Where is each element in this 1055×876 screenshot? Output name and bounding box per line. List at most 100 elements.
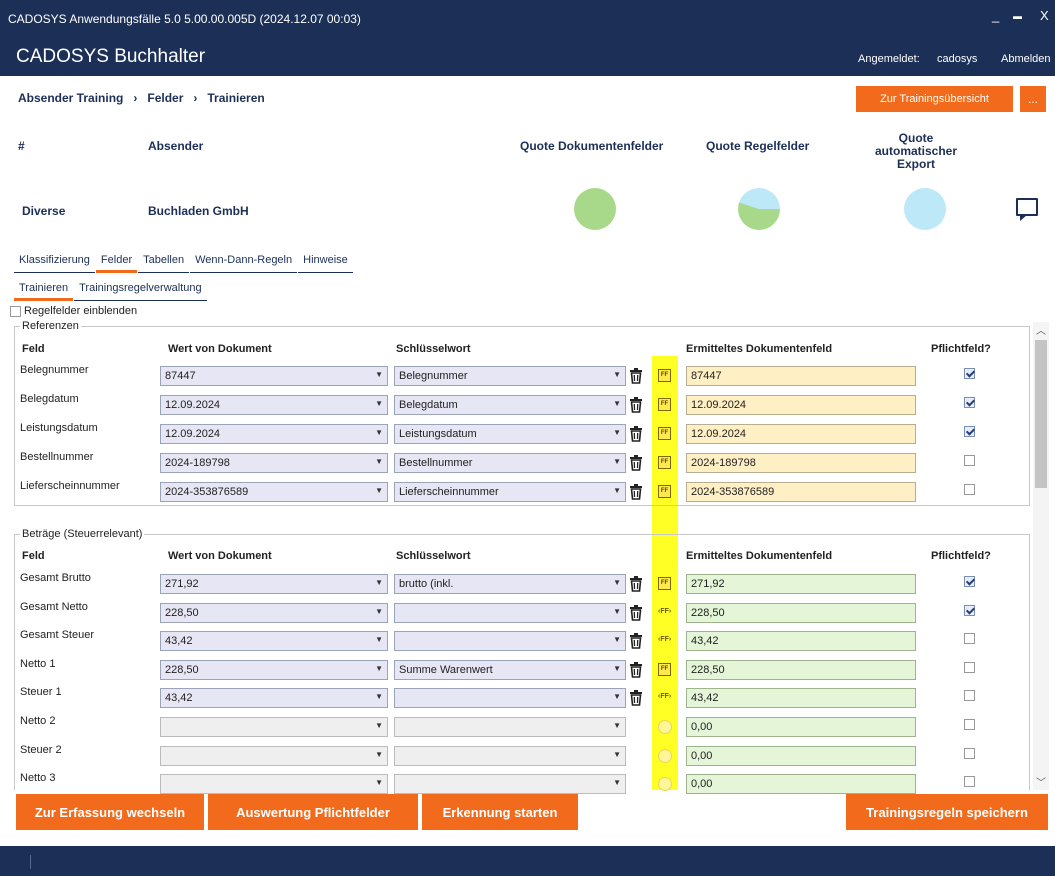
- tab-wenn-dann-regeln[interactable]: Wenn-Dann-Regeln: [190, 254, 298, 273]
- maximize-icon[interactable]: ▬: [1013, 11, 1022, 21]
- doc-value-combo[interactable]: 43,42 ▼: [160, 688, 388, 709]
- keyword-combo[interactable]: ▼: [394, 602, 626, 623]
- field-finder-icon[interactable]: FF: [658, 427, 671, 440]
- chevron-down-icon[interactable]: ▼: [613, 486, 621, 495]
- field-finder-icon[interactable]: FF: [658, 398, 671, 411]
- minimize-icon[interactable]: _: [992, 8, 999, 23]
- tab-tabellen[interactable]: Tabellen: [138, 254, 190, 273]
- show-rule-fields-checkbox[interactable]: [10, 306, 21, 317]
- keyword-combo[interactable]: ▼: [394, 631, 626, 652]
- keyword-combo[interactable]: Bestellnummer ▼: [394, 453, 626, 473]
- doc-value-combo[interactable]: 271,92 ▼: [160, 574, 388, 594]
- mandatory-checkbox[interactable]: [964, 484, 975, 495]
- result-field[interactable]: 12.09.2024: [686, 424, 916, 444]
- delete-icon[interactable]: [628, 661, 644, 678]
- save-training-rules-button[interactable]: Trainingsregeln speichern: [846, 794, 1048, 830]
- delete-icon[interactable]: [628, 397, 644, 413]
- result-field[interactable]: 87447: [686, 366, 916, 386]
- mandatory-checkbox[interactable]: [964, 747, 975, 759]
- field-finder-icon[interactable]: FF: [658, 577, 671, 590]
- tab-hinweise[interactable]: Hinweise: [298, 254, 353, 273]
- evaluate-mandatory-button[interactable]: Auswertung Pflichtfelder: [208, 794, 418, 830]
- lightbulb-icon[interactable]: [658, 748, 672, 763]
- doc-value-combo[interactable]: 2024-353876589 ▼: [160, 482, 388, 502]
- tab-felder[interactable]: Felder: [95, 254, 138, 273]
- breadcrumb-item[interactable]: Felder: [147, 91, 183, 105]
- chevron-down-icon[interactable]: ▼: [375, 664, 383, 673]
- result-field[interactable]: 43,42: [686, 631, 916, 652]
- chevron-down-icon[interactable]: ▼: [613, 578, 621, 587]
- field-finder-rule-icon[interactable]: ‹FF›: [658, 691, 671, 704]
- chevron-down-icon[interactable]: ▼: [613, 692, 621, 701]
- chevron-down-icon[interactable]: ▼: [375, 778, 383, 787]
- delete-icon[interactable]: [628, 426, 644, 442]
- result-field[interactable]: 0,00: [686, 745, 916, 766]
- chevron-down-icon[interactable]: ▼: [613, 778, 621, 787]
- scrollbar[interactable]: ︿ ﹀: [1033, 322, 1049, 790]
- keyword-combo[interactable]: Summe Warenwert ▼: [394, 659, 626, 680]
- doc-value-combo[interactable]: 228,50 ▼: [160, 659, 388, 680]
- chevron-down-icon[interactable]: ▼: [375, 607, 383, 616]
- lightbulb-icon[interactable]: [658, 720, 672, 734]
- chevron-down-icon[interactable]: ▼: [613, 370, 621, 379]
- result-field[interactable]: 228,50: [686, 602, 916, 623]
- field-finder-icon[interactable]: FF: [658, 485, 671, 498]
- close-icon[interactable]: X: [1040, 8, 1049, 23]
- result-field[interactable]: 2024-189798: [686, 453, 916, 473]
- doc-value-combo[interactable]: 87447 ▼: [160, 366, 388, 386]
- tab-trainieren[interactable]: Trainieren: [14, 282, 74, 301]
- chevron-down-icon[interactable]: ▼: [613, 635, 621, 644]
- chevron-down-icon[interactable]: ▼: [613, 607, 621, 616]
- mandatory-checkbox[interactable]: [964, 604, 975, 616]
- mandatory-checkbox[interactable]: [964, 690, 975, 702]
- chevron-down-icon[interactable]: ▼: [375, 578, 383, 587]
- more-button[interactable]: ...: [1020, 86, 1046, 112]
- logout-link[interactable]: Abmelden: [1001, 53, 1051, 65]
- chevron-down-icon[interactable]: ▼: [375, 750, 383, 759]
- result-field[interactable]: 12.09.2024: [686, 395, 916, 415]
- scroll-down-icon[interactable]: ﹀: [1036, 774, 1046, 789]
- mandatory-checkbox[interactable]: [964, 633, 975, 645]
- mandatory-checkbox[interactable]: [964, 455, 975, 466]
- delete-icon[interactable]: [628, 633, 644, 649]
- delete-icon[interactable]: [628, 576, 644, 592]
- delete-icon[interactable]: [628, 368, 644, 384]
- chevron-down-icon[interactable]: ▼: [375, 428, 383, 437]
- mandatory-checkbox[interactable]: [964, 661, 975, 673]
- keyword-combo[interactable]: Belegnummer ▼: [394, 366, 626, 386]
- scrollbar-thumb[interactable]: [1035, 340, 1047, 488]
- field-finder-rule-icon[interactable]: ‹FF›: [658, 634, 671, 647]
- tab-klassifizierung[interactable]: Klassifizierung: [14, 254, 95, 273]
- chevron-down-icon[interactable]: ▼: [375, 457, 383, 466]
- chevron-down-icon[interactable]: ▼: [613, 399, 621, 408]
- result-field[interactable]: 0,00: [686, 717, 916, 737]
- mandatory-checkbox[interactable]: [964, 719, 975, 730]
- keyword-combo[interactable]: ▼: [394, 717, 626, 737]
- doc-value-combo[interactable]: 43,42 ▼: [160, 631, 388, 652]
- mandatory-checkbox[interactable]: [964, 397, 975, 408]
- keyword-combo[interactable]: Leistungsdatum ▼: [394, 424, 626, 444]
- chevron-down-icon[interactable]: ▼: [375, 399, 383, 408]
- breadcrumb-item[interactable]: Absender Training: [18, 91, 123, 105]
- chevron-down-icon[interactable]: ▼: [613, 457, 621, 466]
- scroll-up-icon[interactable]: ︿: [1036, 322, 1046, 337]
- mandatory-checkbox[interactable]: [964, 576, 975, 587]
- delete-icon[interactable]: [628, 690, 644, 707]
- keyword-combo[interactable]: Lieferscheinnummer ▼: [394, 482, 626, 502]
- field-finder-rule-icon[interactable]: ‹FF›: [658, 606, 671, 619]
- keyword-combo[interactable]: ▼: [394, 774, 626, 795]
- field-finder-icon[interactable]: FF: [658, 369, 671, 382]
- result-field[interactable]: 271,92: [686, 574, 916, 594]
- start-recognition-button[interactable]: Erkennung starten: [422, 794, 578, 830]
- chevron-down-icon[interactable]: ▼: [375, 370, 383, 379]
- chevron-down-icon[interactable]: ▼: [613, 428, 621, 437]
- keyword-combo[interactable]: ▼: [394, 745, 626, 766]
- chevron-down-icon[interactable]: ▼: [613, 664, 621, 673]
- doc-value-combo[interactable]: 228,50 ▼: [160, 602, 388, 623]
- chevron-down-icon[interactable]: ▼: [613, 750, 621, 759]
- mandatory-checkbox[interactable]: [964, 368, 975, 379]
- chevron-down-icon[interactable]: ▼: [375, 721, 383, 730]
- chevron-down-icon[interactable]: ▼: [613, 721, 621, 730]
- delete-icon[interactable]: [628, 484, 644, 500]
- keyword-combo[interactable]: Belegdatum ▼: [394, 395, 626, 415]
